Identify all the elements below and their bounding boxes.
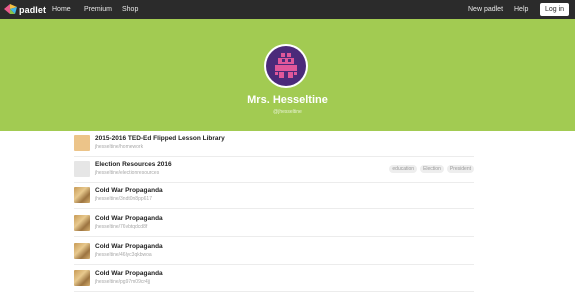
- padlet-thumbnail: [74, 187, 90, 203]
- tag-election[interactable]: Election: [420, 165, 444, 173]
- padlet-thumbnail: [74, 270, 90, 286]
- padlet-thumbnail: [74, 161, 90, 177]
- list-item[interactable]: Election Resources 2016 jhesseltine/elec…: [74, 157, 474, 183]
- logo-text: padlet: [19, 4, 47, 15]
- padlet-title[interactable]: Cold War Propaganda: [95, 215, 163, 223]
- padlet-title[interactable]: Cold War Propaganda: [95, 187, 163, 195]
- list-item[interactable]: Cold War Propaganda jhesseltine/76vbtqdc…: [74, 211, 474, 237]
- tag-education[interactable]: education: [389, 165, 418, 173]
- padlet-logo[interactable]: padlet: [4, 3, 46, 16]
- list-item[interactable]: 2015-2016 TED-Ed Flipped Lesson Library …: [74, 131, 474, 157]
- nav-premium-link[interactable]: Premium: [84, 5, 112, 14]
- padlet-path: jhesseltine/homework: [95, 144, 144, 150]
- profile-name: Mrs. Hesseltine: [247, 94, 328, 106]
- padlet-path: jhesseltine/76vbtqdcd8f: [95, 224, 148, 230]
- padlet-path: jhesseltine/46lyc3qkbwoa: [95, 252, 152, 258]
- padlet-path: jhesseltine/3ndt0n8pp617: [95, 196, 152, 202]
- list-item[interactable]: Cold War Propaganda jhesseltine/3ndt0n8p…: [74, 183, 474, 209]
- tag-list: education Election President: [389, 165, 474, 173]
- padlet-thumbnail: [74, 135, 90, 151]
- padlet-thumbnail: [74, 215, 90, 231]
- padlet-path: jhesseltine/electionresources: [95, 170, 160, 176]
- top-nav-bar: padlet Home Premium Shop New padlet Help…: [0, 0, 575, 19]
- avatar-ring: [264, 44, 308, 88]
- padlet-logo-icon: [4, 4, 17, 14]
- padlet-title[interactable]: Cold War Propaganda: [95, 243, 163, 251]
- list-item[interactable]: Cold War Propaganda jhesseltine/46lyc3qk…: [74, 239, 474, 265]
- login-button[interactable]: Log in: [540, 3, 569, 16]
- padlet-title[interactable]: Election Resources 2016: [95, 161, 172, 169]
- pixel-monster-avatar: [275, 53, 297, 78]
- nav-home-link[interactable]: Home: [52, 5, 71, 14]
- padlet-path: jhesseltine/pg97m09cr4jj: [95, 279, 151, 285]
- help-link[interactable]: Help: [514, 5, 528, 14]
- padlet-thumbnail: [74, 243, 90, 259]
- padlet-title[interactable]: Cold War Propaganda: [95, 270, 163, 278]
- list-item[interactable]: Cold War Propaganda jhesseltine/pg97m09c…: [74, 266, 474, 292]
- new-padlet-link[interactable]: New padlet: [468, 5, 503, 14]
- tag-president[interactable]: President: [446, 165, 474, 173]
- avatar[interactable]: [266, 46, 306, 86]
- padlet-title[interactable]: 2015-2016 TED-Ed Flipped Lesson Library: [95, 135, 225, 143]
- profile-handle: @jhesseltine: [273, 109, 302, 115]
- profile-header: Mrs. Hesseltine @jhesseltine: [0, 19, 575, 131]
- nav-shop-link[interactable]: Shop: [122, 5, 138, 14]
